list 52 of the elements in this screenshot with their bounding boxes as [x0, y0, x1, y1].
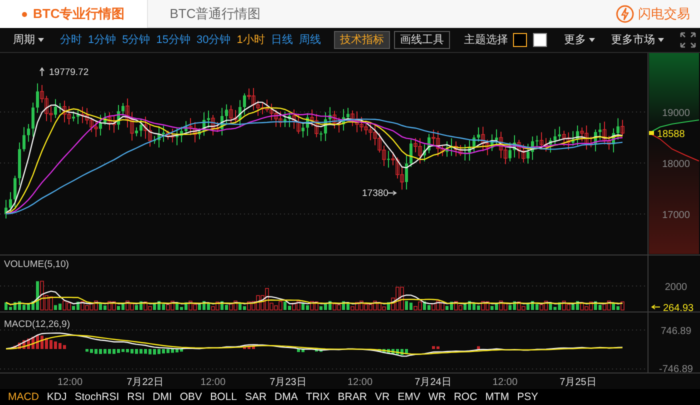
indicator-tab[interactable]: BRAR — [334, 389, 371, 405]
panel-title: MACD(12,26,9) — [4, 319, 70, 330]
axis-label: 19000 — [662, 108, 690, 119]
axis-label: -746.89 — [659, 364, 693, 375]
interval-tab[interactable]: 日线 — [268, 31, 296, 49]
axis-label: 17000 — [662, 210, 690, 221]
interval-tab[interactable]: 1分钟 — [85, 31, 120, 49]
tool-button[interactable]: 技术指标 — [334, 31, 390, 49]
dropdown-menu-button[interactable]: 更多 — [560, 31, 598, 49]
last-price-label: 18588 — [657, 129, 685, 140]
indicator-tab[interactable]: DMI — [148, 389, 176, 405]
indicator-tab[interactable]: EMV — [394, 389, 424, 405]
indicator-tab[interactable]: PSY — [513, 389, 542, 405]
interval-tab[interactable]: 15分钟 — [153, 31, 194, 49]
indicator-tab[interactable]: DMA — [270, 389, 302, 405]
interval-tab[interactable]: 30分钟 — [194, 31, 234, 49]
interval-tab[interactable]: 5分钟 — [119, 31, 154, 49]
tool-button[interactable]: 画线工具 — [394, 31, 450, 49]
indicator-tab[interactable]: MTM — [481, 389, 514, 405]
panel-title: VOLUME(5,10) — [4, 259, 69, 270]
indicator-tab[interactable]: KDJ — [42, 389, 71, 405]
indicator-tab[interactable]: ROC — [450, 389, 482, 405]
indicator-tab[interactable]: TRIX — [302, 389, 334, 405]
chart-tab[interactable]: BTC普通行情图 — [148, 0, 283, 28]
indicator-tab[interactable]: SAR — [240, 389, 271, 405]
indicator-tab[interactable]: OBV — [176, 389, 206, 405]
time-axis-label: 12:00 — [347, 377, 373, 388]
interval-tab[interactable]: 周线 — [296, 31, 324, 49]
indicator-tab[interactable]: RSI — [123, 389, 149, 405]
axis-label: 2000 — [664, 282, 688, 293]
volume-value-label: 264.93 — [663, 303, 694, 314]
low-price-label: 17380 — [362, 188, 388, 199]
time-axis-label: 12:00 — [57, 377, 83, 388]
time-axis-label: 7月25日 — [560, 377, 596, 388]
time-axis-label: 7月24日 — [414, 377, 452, 388]
indicator-tab[interactable]: VR — [370, 389, 394, 405]
interval-tab[interactable]: 分时 — [57, 31, 85, 49]
high-price-label: 19779.72 — [49, 67, 89, 78]
indicator-tab[interactable]: BOLL — [206, 389, 241, 405]
time-axis-label: 12:00 — [492, 377, 518, 388]
dropdown-menu-button[interactable]: 更多市场 — [608, 31, 667, 49]
interval-tab[interactable]: 1小时 — [234, 31, 268, 49]
time-axis-label: 12:00 — [200, 377, 226, 388]
axis-label: 18000 — [662, 159, 690, 170]
indicator-tab[interactable]: StochRSI — [70, 389, 124, 405]
indicator-tab[interactable]: WR — [424, 389, 450, 405]
axis-label: 746.89 — [660, 326, 692, 337]
period-dropdown[interactable]: 周期 — [10, 31, 47, 49]
indicator-tab[interactable]: MACD — [4, 389, 43, 405]
time-axis-label: 7月22日 — [126, 377, 164, 388]
theme-label: 主题选择 — [464, 32, 508, 48]
time-axis-label: 7月23日 — [270, 377, 306, 388]
